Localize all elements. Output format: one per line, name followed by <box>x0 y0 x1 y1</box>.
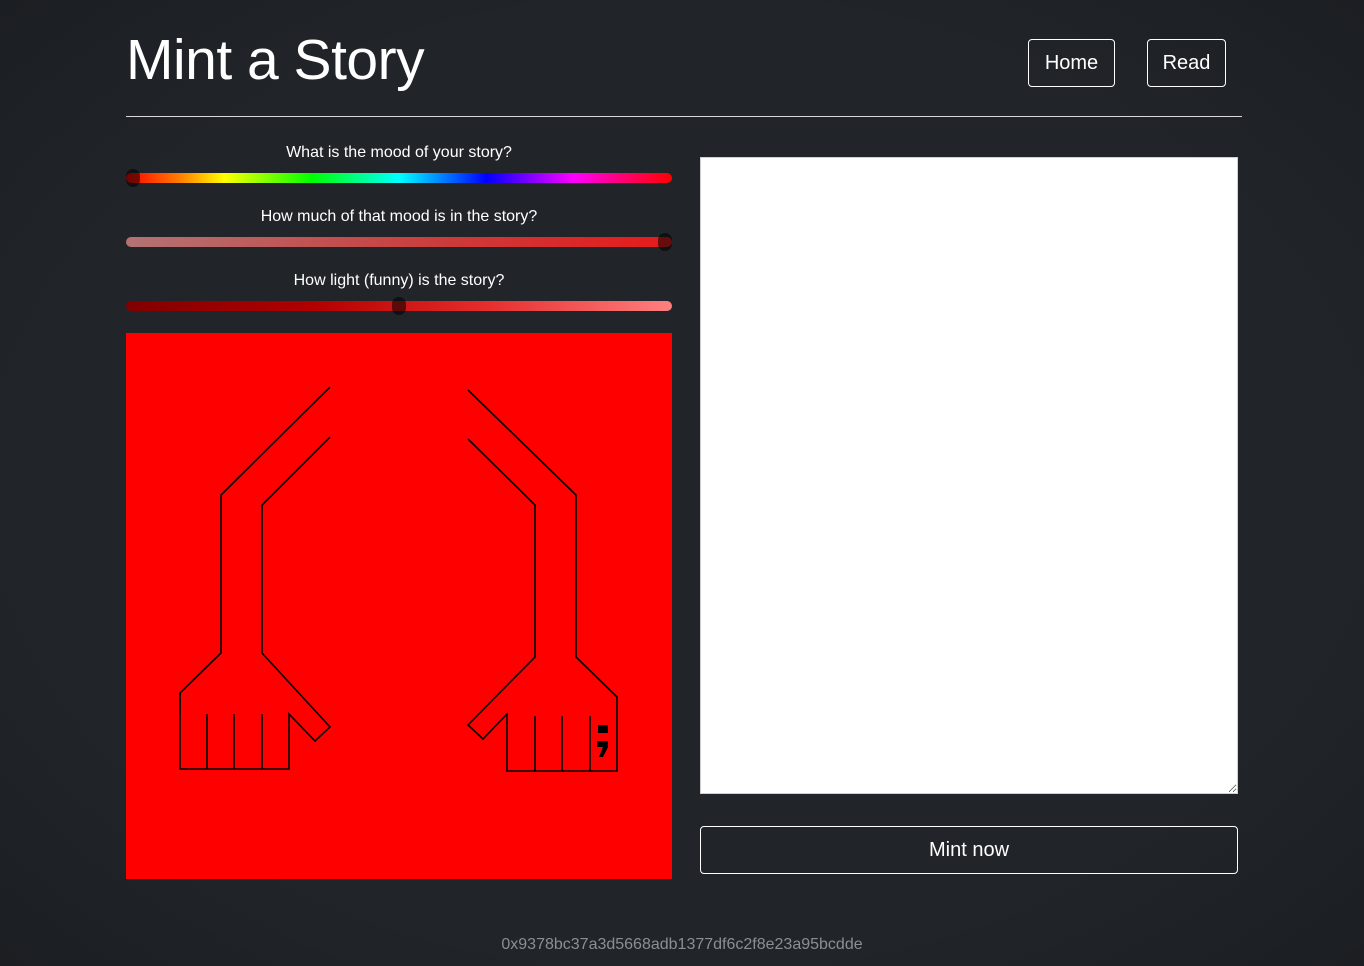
page-title: Mint a Story <box>126 28 425 92</box>
right-hand-mark <box>598 725 608 733</box>
mood-amount-slider[interactable] <box>126 233 672 251</box>
mood-slider-label: What is the mood of your story? <box>286 144 512 161</box>
lightness-slider-thumb[interactable] <box>392 297 406 315</box>
lightness-slider[interactable] <box>126 297 672 315</box>
page-header: Mint a Story Home Read <box>126 0 1242 117</box>
story-artwork <box>126 333 672 879</box>
right-arm-outline <box>466 389 618 772</box>
home-button[interactable]: Home <box>1028 39 1115 87</box>
mint-now-button[interactable]: Mint now <box>700 826 1238 874</box>
wallet-address: 0x9378bc37a3d5668adb1377df6c2f8e23a95bcd… <box>501 936 863 953</box>
lightness-slider-label: How light (funny) is the story? <box>293 272 505 289</box>
mood-slider[interactable] <box>126 169 672 187</box>
mood-slider-group: What is the mood of your story? <box>126 143 672 187</box>
mood-amount-slider-group: How much of that mood is in the story? <box>126 207 672 251</box>
story-textarea[interactable] <box>700 157 1238 794</box>
mood-amount-slider-thumb[interactable] <box>658 233 672 251</box>
mood-amount-slider-label: How much of that mood is in the story? <box>260 208 538 225</box>
lightness-slider-group: How light (funny) is the story? <box>126 271 672 315</box>
right-hand-mark <box>597 741 608 757</box>
two-raised-arms-icon <box>179 386 618 772</box>
read-button[interactable]: Read <box>1147 39 1226 87</box>
left-arm-outline <box>179 386 332 770</box>
mood-slider-thumb[interactable] <box>126 169 140 187</box>
